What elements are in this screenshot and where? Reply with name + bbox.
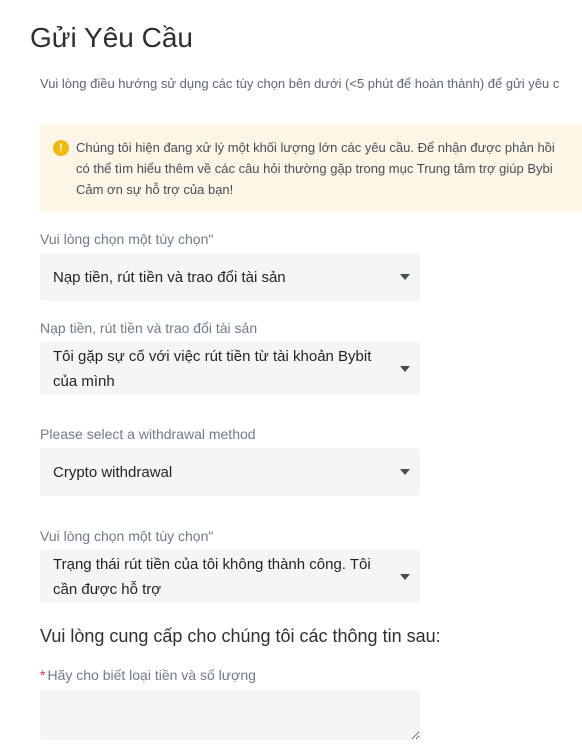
notice-banner: ! Chúng tôi hiện đang xử lý một khối lượ… [40,124,582,212]
option-select-4[interactable]: Trạng thái rút tiền của tôi không thành … [40,550,420,603]
withdrawal-method-select[interactable]: Crypto withdrawal [40,448,420,496]
notice-line-1: Chúng tôi hiện đang xử lý một khối lượng… [76,140,555,155]
page-subtitle: Vui lòng điều hướng sử dụng các tùy chọn… [40,76,560,91]
field-4-label: Vui lòng chọn một tùy chọn" [40,528,214,544]
required-marker: * [40,667,46,683]
notice-line-3: Cảm ơn sự hỗ trợ của bạn! [76,182,234,197]
currency-amount-label: * Hãy cho biết loại tiền và số lượng [40,667,256,683]
option-select-2[interactable]: Tôi gặp sự cố với việc rút tiền từ tài k… [40,342,420,395]
info-section-title: Vui lòng cung cấp cho chúng tôi các thôn… [40,626,441,646]
currency-amount-input[interactable] [40,690,420,740]
chevron-down-icon [400,365,410,372]
withdrawal-method-label: Please select a withdrawal method [40,426,256,442]
chevron-down-icon [400,469,410,475]
field-2-label: Nạp tiền, rút tiền và trao đổi tài sản [40,320,258,336]
option-select-2-value: Tôi gặp sự cố với việc rút tiền từ tài k… [53,347,372,390]
currency-amount-label-text: Hãy cho biết loại tiền và số lượng [47,667,256,683]
chevron-down-icon [400,573,410,580]
option-select-1[interactable]: Nạp tiền, rút tiền và trao đổi tài sản [40,253,420,301]
info-icon: ! [53,140,69,156]
notice-line-2: có thể tìm hiểu thêm về các câu hỏi thườ… [76,161,553,176]
option-select-1-value: Nạp tiền, rút tiền và trao đổi tài sản [53,268,286,286]
field-1-label: Vui lòng chọn một tùy chọn" [40,231,214,247]
chevron-down-icon [400,274,410,280]
page-title: Gửi Yêu Cầu [30,22,193,53]
option-select-4-value: Trạng thái rút tiền của tôi không thành … [53,555,371,598]
withdrawal-method-value: Crypto withdrawal [53,463,173,481]
